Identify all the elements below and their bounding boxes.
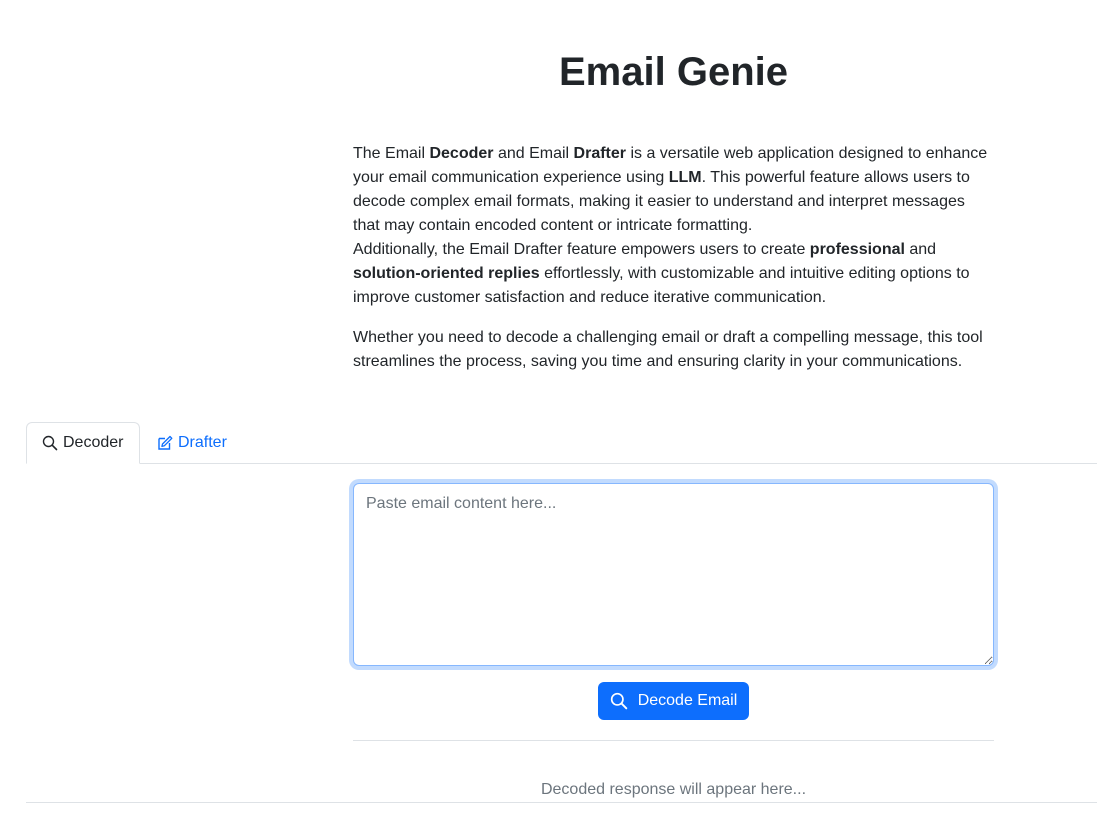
- intro-bold: solution-oriented replies: [353, 265, 540, 282]
- intro-paragraph-2: Whether you need to decode a challenging…: [353, 329, 983, 370]
- email-input-wrapper: [353, 483, 994, 666]
- page-title: Email Genie: [559, 50, 788, 94]
- decode-email-label: Decode Email: [637, 692, 738, 709]
- intro-bold: professional: [809, 241, 905, 258]
- tab-content-bottom-border: [26, 802, 1097, 803]
- intro-text: and Email: [493, 145, 574, 162]
- decoded-response: Decoded response will appear here...: [540, 781, 807, 798]
- tab-decoder[interactable]: Decoder: [26, 422, 140, 464]
- intro-text: and: [904, 241, 937, 258]
- decode-email-button[interactable]: Decode Email: [598, 682, 749, 720]
- email-content-input[interactable]: [353, 483, 994, 666]
- tab-bar: Decoder Drafter: [26, 422, 1097, 464]
- search-icon: [610, 692, 628, 710]
- intro-paragraph-1: The Email Decoder and Email Drafter is a…: [353, 142, 994, 310]
- header: Email Genie: [353, 46, 994, 98]
- pencil-square-icon: [157, 435, 173, 451]
- intro-bold: LLM: [668, 169, 702, 186]
- search-icon: [42, 435, 58, 451]
- tab-drafter[interactable]: Drafter: [156, 422, 227, 463]
- tab-label: Decoder: [63, 434, 124, 451]
- divider: [353, 740, 994, 741]
- intro-bold: Drafter: [573, 145, 627, 162]
- intro-bold: Decoder: [429, 145, 494, 162]
- intro-section: The Email Decoder and Email Drafter is a…: [353, 142, 994, 390]
- page: Email Genie The Email Decoder and Email …: [0, 0, 1097, 824]
- tab-label: Drafter: [178, 433, 227, 451]
- intro-text: Additionally, the Email Drafter feature …: [353, 241, 810, 258]
- intro-text: The Email: [353, 145, 430, 162]
